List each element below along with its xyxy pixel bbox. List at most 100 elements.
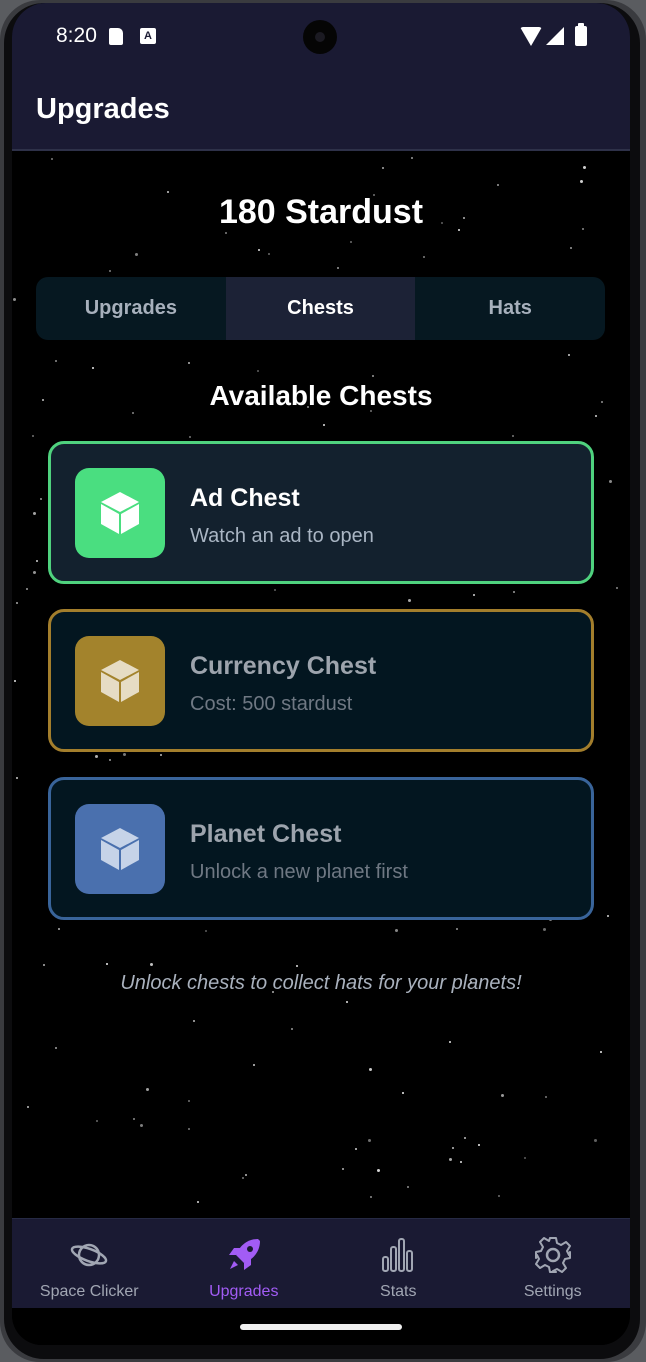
battery-icon — [575, 23, 587, 46]
star — [95, 755, 98, 758]
star — [26, 588, 28, 590]
chest-card-planet[interactable]: Planet Chest Unlock a new planet first — [48, 777, 594, 920]
star — [242, 1177, 244, 1179]
star — [268, 253, 270, 255]
star — [395, 929, 398, 932]
cube-icon — [75, 804, 165, 894]
star — [355, 1148, 357, 1150]
star — [188, 362, 190, 364]
cube-icon — [75, 636, 165, 726]
star — [337, 267, 339, 269]
star — [600, 1051, 602, 1053]
star — [197, 1201, 199, 1203]
star — [323, 424, 325, 426]
star — [253, 1064, 255, 1066]
star — [501, 1094, 504, 1097]
star — [51, 158, 53, 160]
nav-label: Upgrades — [209, 1283, 279, 1300]
nav-stats[interactable]: Stats — [321, 1219, 476, 1308]
star — [369, 1068, 372, 1071]
star — [460, 1161, 462, 1163]
star — [96, 1120, 98, 1122]
star — [449, 1158, 452, 1161]
hint-text: Unlock chests to collect hats for your p… — [120, 972, 522, 994]
star — [350, 241, 352, 243]
star — [498, 1195, 500, 1197]
star — [58, 928, 60, 930]
star — [123, 753, 126, 756]
page-title: Upgrades — [36, 93, 170, 125]
chest-card-currency[interactable]: Currency Chest Cost: 500 stardust — [48, 609, 594, 752]
star — [545, 1096, 547, 1098]
star — [607, 915, 609, 917]
star — [382, 167, 384, 169]
star — [377, 1169, 380, 1172]
star — [33, 571, 36, 574]
star — [449, 1041, 451, 1043]
cube-icon — [75, 468, 165, 558]
star — [543, 928, 546, 931]
star — [368, 1139, 371, 1142]
star — [452, 1147, 454, 1149]
section-title: Available Chests — [209, 380, 433, 411]
chest-description: Cost: 500 stardust — [190, 693, 353, 715]
star — [14, 680, 16, 682]
stardust-balance: 180 Stardust — [218, 193, 424, 231]
front-camera — [303, 20, 337, 54]
bar-chart-icon — [382, 1238, 414, 1272]
tab-hats[interactable]: Hats — [415, 277, 605, 340]
star — [595, 415, 597, 417]
star — [188, 1128, 190, 1130]
app-bar: Upgrades — [12, 71, 630, 151]
chest-name: Planet Chest — [190, 820, 342, 848]
tab-upgrades[interactable]: Upgrades — [36, 277, 226, 340]
cell-signal-icon — [546, 27, 564, 45]
chest-description: Unlock a new planet first — [190, 861, 408, 883]
keyboard-a-icon: A — [140, 28, 156, 44]
chest-card-ad[interactable]: Ad Chest Watch an ad to open — [48, 441, 594, 584]
chest-description: Watch an ad to open — [190, 525, 374, 547]
tab-chests[interactable]: Chests — [225, 277, 416, 340]
star — [109, 270, 111, 272]
chest-name: Currency Chest — [190, 652, 377, 680]
star — [150, 963, 153, 966]
star — [257, 370, 259, 372]
star — [609, 480, 612, 483]
star — [32, 435, 34, 437]
star — [583, 166, 586, 169]
star — [40, 498, 42, 500]
gesture-bar — [12, 1308, 630, 1345]
star — [346, 1001, 348, 1003]
nav-label: Stats — [380, 1283, 417, 1300]
star — [512, 435, 514, 437]
star — [43, 964, 45, 966]
star — [27, 1106, 29, 1108]
star — [258, 249, 260, 251]
star — [497, 184, 499, 186]
star — [16, 777, 18, 779]
gear-icon — [534, 1237, 571, 1273]
star — [16, 602, 18, 604]
star — [109, 759, 111, 761]
star — [594, 1139, 597, 1142]
star — [478, 1144, 480, 1146]
star — [372, 375, 374, 377]
star — [189, 436, 191, 438]
star — [33, 512, 36, 515]
star — [55, 360, 57, 362]
status-time: 8:20 — [56, 24, 97, 47]
nav-settings[interactable]: Settings — [476, 1219, 631, 1308]
star — [464, 1137, 466, 1139]
star — [342, 1168, 344, 1170]
star — [140, 1124, 143, 1127]
phone-frame: 8:20 A Upgrades 180 Stardust Upgrades Ch… — [0, 0, 646, 1362]
home-indicator[interactable] — [240, 1324, 402, 1330]
star — [133, 1118, 135, 1120]
star — [274, 589, 276, 591]
wifi-icon — [520, 27, 542, 46]
star — [132, 412, 134, 414]
star — [188, 1100, 190, 1102]
nav-upgrades[interactable]: Upgrades — [167, 1219, 322, 1308]
star — [193, 1020, 195, 1022]
nav-space-clicker[interactable]: Space Clicker — [12, 1219, 167, 1308]
